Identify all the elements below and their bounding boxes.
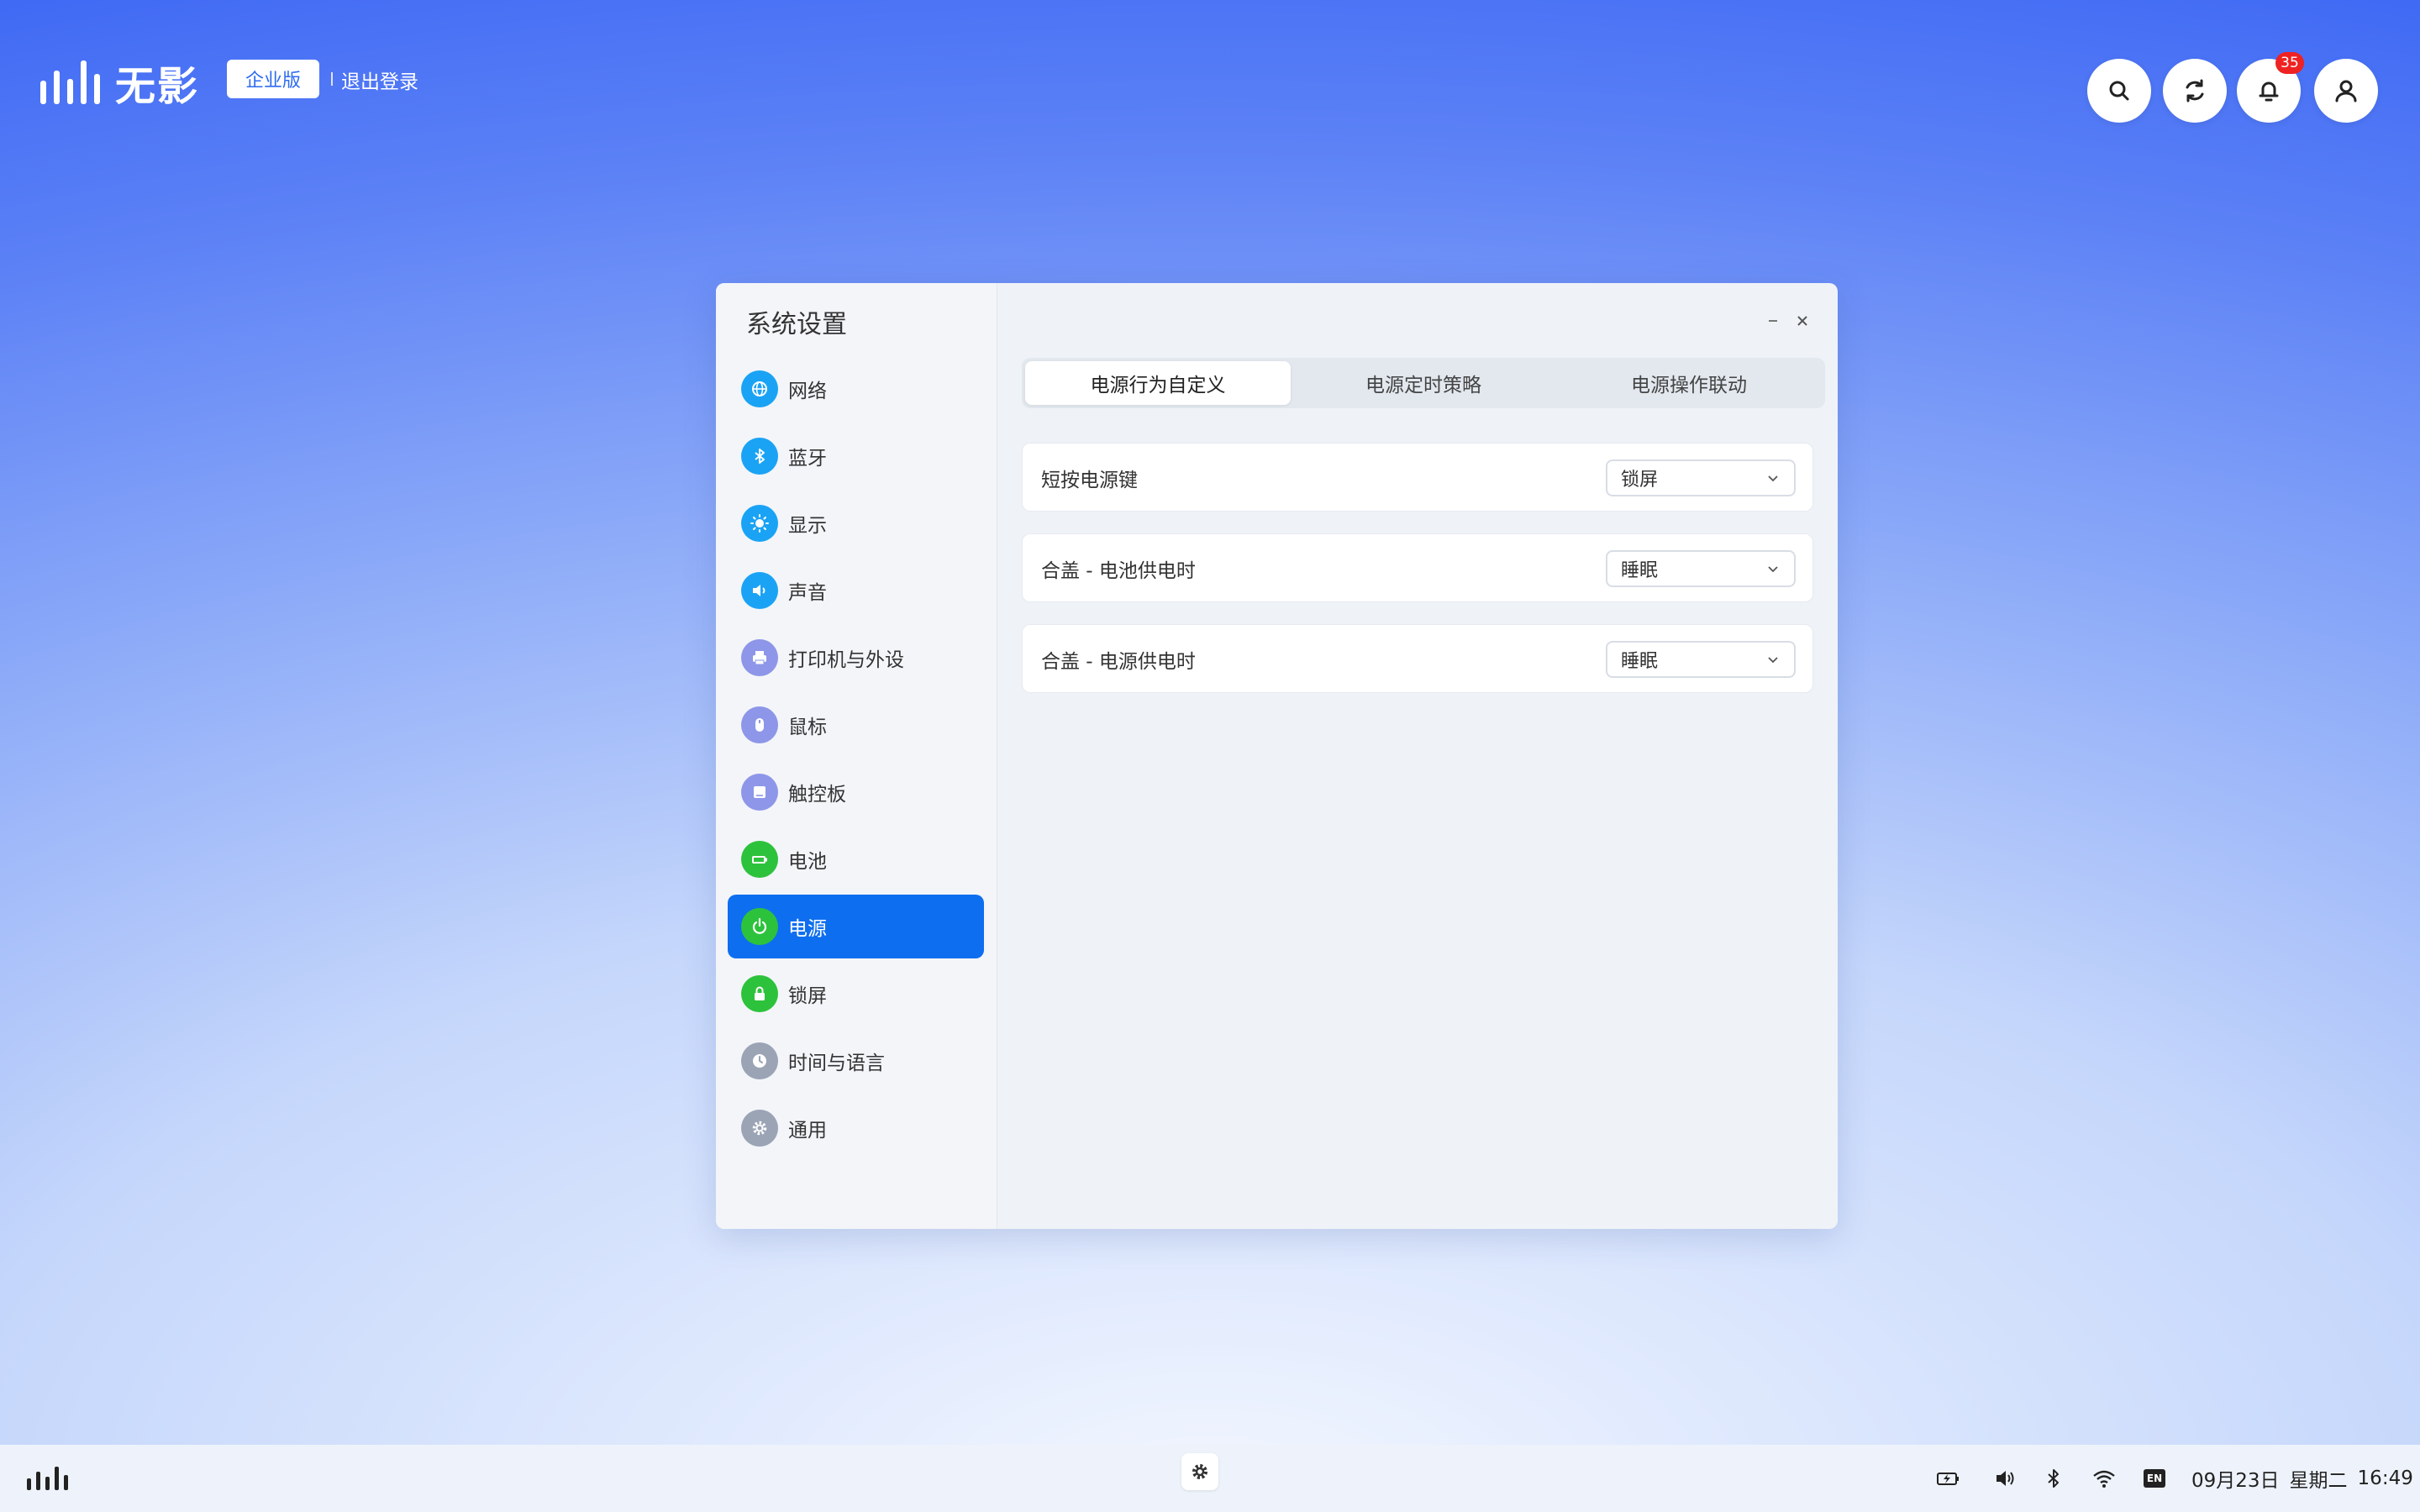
sidebar-item-label: 触控板 <box>788 784 846 806</box>
speaker-icon <box>741 572 778 609</box>
chevron-down-icon <box>1768 657 1778 664</box>
notification-badge: 35 <box>2275 52 2304 74</box>
lid-ac-select[interactable]: 睡眠 <box>1606 641 1796 678</box>
sidebar-item-bluetooth[interactable]: 蓝牙 <box>728 424 984 488</box>
minimize-button[interactable] <box>1760 308 1786 333</box>
setting-row-lid-ac: 合盖 - 电源供电时 睡眠 <box>1022 624 1813 693</box>
sidebar-item-label: 打印机与外设 <box>788 649 904 671</box>
search-icon <box>2109 81 2129 101</box>
sidebar-item-touchpad[interactable]: 触控板 <box>728 760 984 824</box>
select-value: 睡眠 <box>1621 651 1659 672</box>
user-button[interactable] <box>2314 59 2378 123</box>
brand-name: 无影 <box>115 63 200 110</box>
taskbar: EN 09月23日 星期二 16:49 <box>0 1445 2420 1512</box>
battery-icon <box>741 841 778 878</box>
sidebar-item-label: 电源 <box>788 918 827 940</box>
setting-row-lid-battery: 合盖 - 电池供电时 睡眠 <box>1022 533 1813 602</box>
wifi-tray[interactable] <box>2087 1463 2121 1494</box>
date-text: 09月23日 <box>2191 1470 2280 1492</box>
tab-power-behavior[interactable]: 电源行为自定义 <box>1025 361 1291 405</box>
sidebar-item-label: 鼠标 <box>788 717 827 738</box>
sidebar-item-battery[interactable]: 电池 <box>728 827 984 891</box>
search-button[interactable] <box>2087 59 2151 123</box>
setting-row-power-button: 短按电源键 锁屏 <box>1022 443 1813 512</box>
volume-icon <box>1996 1471 2014 1486</box>
sidebar-item-lock[interactable]: 锁屏 <box>728 962 984 1026</box>
mouse-icon <box>741 706 778 743</box>
globe-icon <box>741 370 778 407</box>
minimize-icon <box>1769 320 1777 322</box>
clock-icon <box>741 1042 778 1079</box>
sidebar-item-mouse[interactable]: 鼠标 <box>728 693 984 757</box>
sidebar-item-label: 电池 <box>788 851 827 873</box>
sidebar-item-label: 声音 <box>788 582 827 604</box>
divider <box>331 72 333 86</box>
sidebar-item-label: 显示 <box>788 515 827 537</box>
bluetooth-tray[interactable] <box>2037 1463 2070 1494</box>
chevron-down-icon <box>1768 475 1778 482</box>
sidebar-item-clock[interactable]: 时间与语言 <box>728 1029 984 1093</box>
setting-label: 短按电源键 <box>1041 470 1138 491</box>
logout-link[interactable]: 退出登录 <box>341 66 418 94</box>
select-value: 睡眠 <box>1621 560 1659 581</box>
clock[interactable]: 09月23日 星期二 16:49 <box>2191 1462 2413 1495</box>
input-method-icon: EN <box>2144 1469 2165 1488</box>
logo-mark <box>40 60 100 104</box>
battery-charging-icon <box>1937 1473 1959 1485</box>
volume-tray[interactable] <box>1988 1463 2022 1494</box>
tab-power-schedule[interactable]: 电源定时策略 <box>1291 361 1556 405</box>
refresh-icon <box>2186 79 2204 102</box>
bluetooth-icon <box>741 438 778 475</box>
sun-icon <box>741 505 778 542</box>
sidebar-item-label: 锁屏 <box>788 985 827 1007</box>
setting-label: 合盖 - 电池供电时 <box>1041 560 1196 582</box>
settings-window: 系统设置 网络 蓝牙 显示 声音 打印机与外设 鼠标 触控板 电池 电源 锁屏 时间与语言 通用 电源… <box>716 283 1838 1229</box>
sidebar-item-gear[interactable]: 通用 <box>728 1096 984 1160</box>
sidebar-item-power[interactable]: 电源 <box>728 895 984 958</box>
input-method-label: EN <box>2146 1473 2163 1484</box>
sidebar-item-globe[interactable]: 网络 <box>728 357 984 421</box>
chevron-down-icon <box>1768 566 1778 573</box>
setting-label: 合盖 - 电源供电时 <box>1041 651 1196 673</box>
bluetooth-icon <box>2048 1469 2059 1488</box>
lock-icon <box>741 975 778 1012</box>
weekday-text: 星期二 <box>2289 1470 2348 1492</box>
power-tabs: 电源行为自定义 电源定时策略 电源操作联动 <box>1022 358 1825 408</box>
gear-icon <box>1192 1464 1207 1479</box>
sidebar-item-label: 网络 <box>788 381 827 402</box>
sidebar-nav: 网络蓝牙显示声音打印机与外设 鼠标触控板电池电源锁屏时间与语言通用 <box>728 357 984 1163</box>
input-method-tray[interactable]: EN <box>2139 1463 2170 1494</box>
power-icon <box>741 908 778 945</box>
sidebar-item-label: 通用 <box>788 1120 827 1142</box>
user-icon <box>2335 80 2357 102</box>
refresh-button[interactable] <box>2163 59 2227 123</box>
window-title: 系统设置 <box>746 310 847 339</box>
sidebar-item-sun[interactable]: 显示 <box>728 491 984 555</box>
start-logo-button[interactable] <box>27 1467 68 1490</box>
sidebar-item-label: 蓝牙 <box>788 448 827 470</box>
printer-icon <box>741 639 778 676</box>
settings-sidebar: 系统设置 网络蓝牙显示声音打印机与外设 鼠标触控板电池电源锁屏时间与语言通用 <box>716 283 997 1229</box>
touchpad-icon <box>741 774 778 811</box>
taskbar-settings-button[interactable] <box>1181 1453 1218 1490</box>
time-text: 16:49 <box>2357 1467 2413 1489</box>
tab-power-linkage[interactable]: 电源操作联动 <box>1556 361 1822 405</box>
lid-battery-select[interactable]: 睡眠 <box>1606 550 1796 587</box>
power-button-select[interactable]: 锁屏 <box>1606 459 1796 496</box>
brand-logo: 无影 <box>40 55 200 110</box>
edition-badge: 企业版 <box>227 60 319 98</box>
bell-icon <box>2259 81 2279 102</box>
sidebar-item-speaker[interactable]: 声音 <box>728 559 984 622</box>
battery-tray[interactable] <box>1931 1463 1965 1494</box>
sidebar-item-label: 时间与语言 <box>788 1053 885 1074</box>
sidebar-item-printer[interactable]: 打印机与外设 <box>728 626 984 690</box>
wifi-icon <box>2093 1470 2115 1488</box>
select-value: 锁屏 <box>1621 470 1659 491</box>
gear-icon <box>741 1110 778 1147</box>
close-button[interactable] <box>1790 308 1815 333</box>
close-icon <box>1797 316 1807 326</box>
